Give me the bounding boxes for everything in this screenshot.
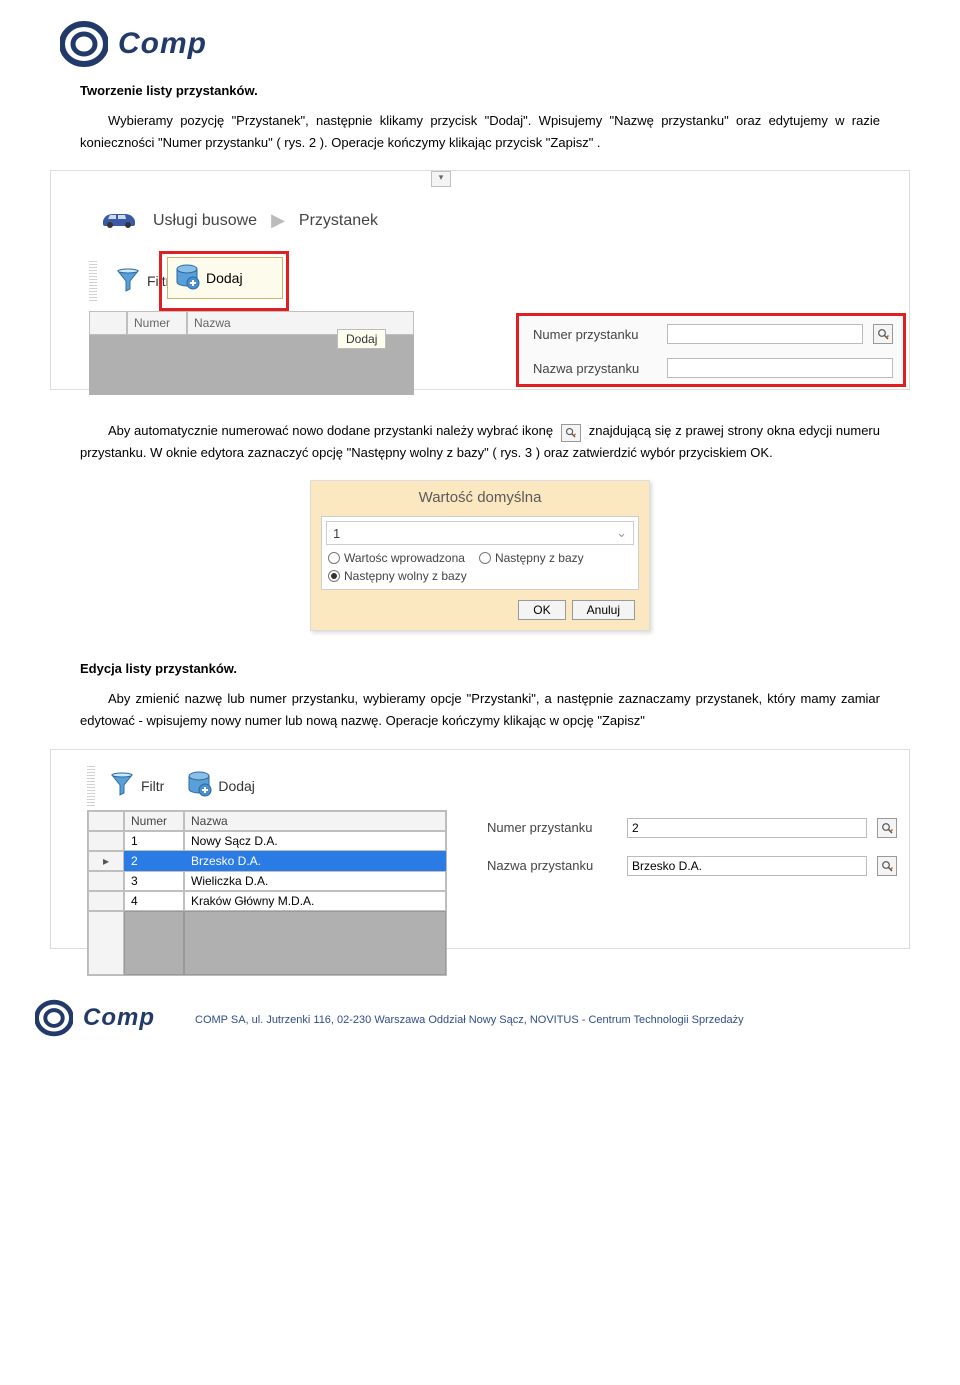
cell-name: Brzesko D.A. [184, 851, 446, 871]
cell-number: 4 [124, 891, 184, 911]
stops-grid: Numer Nazwa [89, 311, 414, 395]
table-row[interactable]: 1Nowy Sącz D.A. [88, 831, 446, 851]
radio-next-db-label: Następny z bazy [495, 551, 584, 565]
toolbar-grip-icon [89, 261, 97, 301]
toolbar-grip-icon [87, 766, 95, 806]
toolbar: Filtr Dodaj [87, 766, 266, 806]
add-button[interactable]: Dodaj [175, 766, 266, 805]
radio-icon-selected [328, 570, 340, 582]
lookup-button[interactable] [877, 856, 897, 876]
stops-grid[interactable]: Numer Nazwa 1Nowy Sącz D.A.▸2Brzesko D.A… [87, 810, 447, 976]
cell-name: Kraków Główny M.D.A. [184, 891, 446, 911]
crumb-1[interactable]: Usługi busowe [153, 212, 257, 230]
table-row[interactable]: 4Kraków Główny M.D.A. [88, 891, 446, 911]
screenshot-3: Filtr Dodaj Numer Nazwa 1Nowy Sącz D.A.▸… [50, 749, 910, 949]
section1-paragraph: Wybieramy pozycję "Przystanek", następni… [80, 110, 880, 154]
highlight-box-2: Numer przystanku Nazwa przystanku [516, 313, 906, 387]
logo-icon [60, 20, 108, 68]
screenshot-1: Usługi busowe ▶ Przystanek Filtr Dodaj N… [50, 170, 910, 390]
value-selected: 1 [333, 526, 340, 541]
car-icon [99, 206, 139, 235]
section2-paragraph: Aby zmienić nazwę lub numer przystanku, … [80, 688, 880, 732]
filter-button[interactable]: Filtr [98, 766, 175, 805]
cell-name: Nowy Sącz D.A. [184, 831, 446, 851]
lookup-button[interactable] [877, 818, 897, 838]
grid-rowheader-corner [88, 811, 124, 831]
row-marker [88, 831, 124, 851]
grid-header: Numer Nazwa [88, 811, 446, 831]
grid-col-number[interactable]: Numer [124, 811, 184, 831]
row-marker: ▸ [88, 851, 124, 871]
row-marker [88, 871, 124, 891]
input-stop-number[interactable] [667, 324, 863, 344]
table-row[interactable]: 3Wieliczka D.A. [88, 871, 446, 891]
radio-entered-label: Wartośc wprowadzona [344, 551, 465, 565]
section2-title: Edycja listy przystanków. [80, 661, 880, 676]
logo-footer: Comp [35, 999, 155, 1037]
logo-text: Comp [118, 27, 207, 61]
cell-name: Wieliczka D.A. [184, 871, 446, 891]
breadcrumb: Usługi busowe ▶ Przystanek [99, 206, 378, 235]
form-row-name: Nazwa przystanku [487, 856, 897, 876]
dialog-body: 1 ⌄ Wartośc wprowadzona Następny z bazy … [321, 516, 639, 590]
ok-button[interactable]: OK [518, 600, 565, 620]
form-row-number: Numer przystanku [487, 818, 897, 838]
grid-filler [88, 911, 446, 975]
grid-rowheader-corner [89, 311, 127, 335]
grid-col-name[interactable]: Nazwa [184, 811, 446, 831]
footer-text: COMP SA, ul. Jutrzenki 116, 02-230 Warsz… [195, 1014, 744, 1026]
form-row-number: Numer przystanku [533, 324, 893, 344]
chevron-right-icon: ▶ [271, 210, 285, 231]
grid-col-number[interactable]: Numer [127, 311, 187, 335]
cell-number: 2 [124, 851, 184, 871]
input-stop-name[interactable] [667, 358, 893, 378]
logo: Comp [60, 20, 880, 68]
database-add-icon [186, 771, 212, 800]
funnel-icon [109, 771, 135, 800]
section1-title: Tworzenie listy przystanków. [80, 83, 880, 98]
radio-icon [328, 552, 340, 564]
page-footer: Comp COMP SA, ul. Jutrzenki 116, 02-230 … [55, 989, 880, 1052]
label-name: Nazwa przystanku [533, 361, 657, 376]
cell-number: 1 [124, 831, 184, 851]
table-row[interactable]: ▸2Brzesko D.A. [88, 851, 446, 871]
mid-paragraph: Aby automatycznie numerować nowo dodane … [80, 420, 880, 464]
chevron-down-icon: ⌄ [616, 525, 627, 541]
cell-number: 3 [124, 871, 184, 891]
label-number: Numer przystanku [533, 327, 657, 342]
radio-icon [479, 552, 491, 564]
radio-next-free-label: Następny wolny z bazy [344, 569, 467, 583]
radio-next-free[interactable]: Następny wolny z bazy [328, 569, 467, 583]
screenshot-2-dialog: Wartość domyślna 1 ⌄ Wartośc wprowadzona… [310, 480, 650, 631]
row-marker [88, 891, 124, 911]
label-number: Numer przystanku [487, 820, 617, 835]
dialog-title: Wartość domyślna [311, 481, 649, 510]
lookup-button[interactable] [873, 324, 893, 344]
label-name: Nazwa przystanku [487, 858, 617, 873]
logo-text: Comp [83, 1004, 155, 1032]
crumb-2[interactable]: Przystanek [299, 212, 378, 230]
radio-entered[interactable]: Wartośc wprowadzona [328, 551, 465, 565]
highlight-box-1 [159, 251, 289, 311]
funnel-icon [115, 267, 141, 296]
logo-icon [35, 999, 73, 1037]
input-stop-name[interactable] [627, 856, 867, 876]
radio-next-db[interactable]: Następny z bazy [479, 551, 584, 565]
input-stop-number[interactable] [627, 818, 867, 838]
filter-label: Filtr [141, 778, 164, 794]
add-label: Dodaj [218, 778, 255, 794]
titlebar-dropdown-icon[interactable] [431, 171, 451, 187]
tooltip: Dodaj [337, 329, 386, 349]
lookup-icon-inline [561, 424, 581, 442]
cancel-button[interactable]: Anuluj [572, 600, 635, 620]
value-select[interactable]: 1 ⌄ [326, 521, 634, 545]
mid-para-a: Aby automatycznie numerować nowo dodane … [80, 420, 553, 442]
form-row-name: Nazwa przystanku [533, 358, 893, 378]
